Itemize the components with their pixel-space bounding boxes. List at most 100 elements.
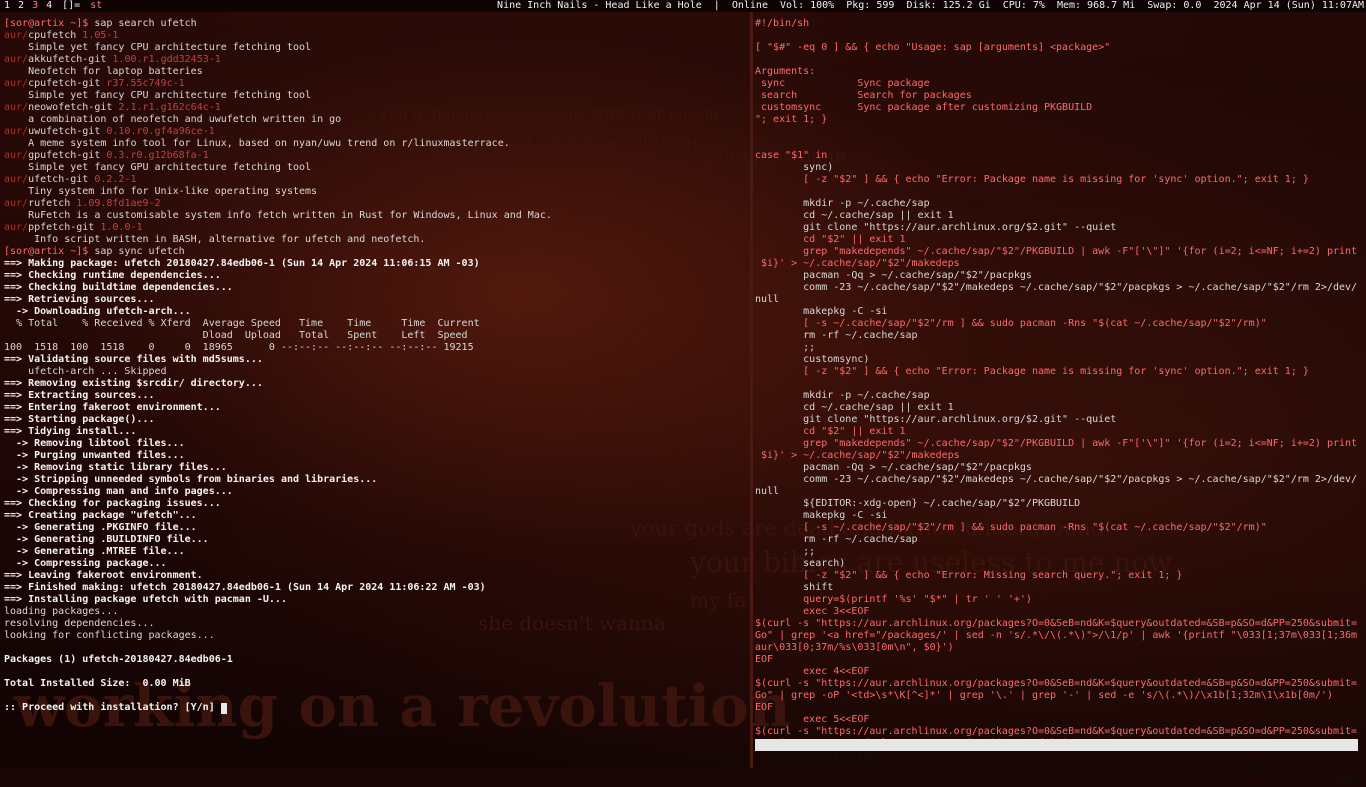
prompt-line: [sor@artix ~]$ sap sync ufetch: [4, 246, 746, 258]
code-line: ${EDITOR:-xdg-open} ~/.cache/sap/"$2"/PK…: [755, 498, 1363, 510]
result-name: akkufetch-git: [28, 54, 107, 65]
output-line: ==> Removing existing $srcdir/ directory…: [4, 378, 746, 390]
code-line: [ -z "$2" ] && { echo "Error: Missing se…: [755, 570, 1363, 582]
code-text: pacman -Qq > ~/.cache/sap/"$2"/pacpkgs: [755, 270, 1032, 281]
output-text: ==> Checking runtime dependencies...: [4, 270, 221, 281]
code-line: "; exit 1; }: [755, 114, 1363, 126]
system-status: Nine Inch Nails - Head Like a Hole | Onl…: [497, 0, 1364, 11]
output-line: loading packages...: [4, 606, 746, 618]
code-line: $(curl -s "https://aur.archlinux.org/pac…: [755, 618, 1363, 630]
code-text: comm -23 ~/.cache/sap/"$2"/makedeps ~/.c…: [755, 474, 1358, 485]
code-line: ;;: [755, 546, 1363, 558]
result-repo: aur/: [4, 30, 29, 41]
code-line: grep "makedepends" ~/.cache/sap/"$2"/PKG…: [755, 438, 1363, 450]
result-header: aur/neowofetch-git 2.1.r1.g162c64c-1: [4, 102, 746, 114]
output-line: ==> Finished making: ufetch 20180427.84e…: [4, 582, 746, 594]
output-line: ==> Checking buildtime dependencies...: [4, 282, 746, 294]
code-text: ${EDITOR:-xdg-open} ~/.cache/sap/"$2"/PK…: [755, 498, 1081, 509]
output-line: ==> Checking for packaging issues...: [4, 498, 746, 510]
result-description: Neofetch for laptop batteries: [4, 66, 746, 78]
tag-2[interactable]: 2: [18, 0, 24, 11]
output-line: ==> Validating source files with md5sums…: [4, 354, 746, 366]
output-text: Packages (1) ufetch-20180427.84edb06-1: [4, 654, 233, 665]
tag-1[interactable]: 1: [4, 0, 10, 11]
output-line: looking for conflicting packages...: [4, 630, 746, 642]
code-text: cd "$2" || exit 1: [755, 234, 906, 245]
window-title: st: [90, 0, 103, 11]
result-repo: aur/: [4, 198, 29, 209]
code-line: rm -rf ~/.cache/sap: [755, 330, 1363, 342]
code-line: exec 3<<EOF: [755, 606, 1363, 618]
code-text: aur\033[0;37m/%s\033[0m\n", $0}'): [755, 642, 954, 653]
output-line: ==> Entering fakeroot environment...: [4, 402, 746, 414]
code-text: ;;: [755, 342, 816, 353]
code-line: aur\033[0;37m/%s\033[0m\n", $0}'): [755, 642, 1363, 654]
result-header: aur/gpufetch-git 0.3.r0.g12b68fa-1: [4, 150, 746, 162]
output-text: ==> Checking buildtime dependencies...: [4, 282, 233, 293]
code-line: mkdir -p ~/.cache/sap: [755, 390, 1363, 402]
result-desc: Simple yet fancy CPU architecture fetchi…: [28, 90, 312, 101]
code-text: $(curl -s "https://aur.archlinux.org/pac…: [755, 726, 1358, 737]
result-header: aur/cpufetch-git r37.55c749c-1: [4, 78, 746, 90]
code-text: Go" | grep '<a href="/packages/' | sed -…: [755, 630, 1358, 641]
code-line: pacman -Qq > ~/.cache/sap/"$2"/pacpkgs: [755, 462, 1363, 474]
output-line: -> Removing static library files...: [4, 462, 746, 474]
code-line: case "$1" in: [755, 150, 1363, 162]
output-line: -> Generating .BUILDINFO file...: [4, 534, 746, 546]
code-line: $i}' > ~/.cache/sap/"$2"/makedeps: [755, 258, 1363, 270]
code-text: comm -23 ~/.cache/sap/"$2"/makedeps ~/.c…: [755, 282, 1358, 293]
result-version: 0.3.r0.g12b68fa-1: [106, 150, 209, 161]
result-desc: RuFetch is a customisable system info fe…: [28, 210, 552, 221]
output-text: % Total % Received % Xferd Average Speed…: [4, 318, 480, 329]
terminal-left[interactable]: [sor@artix ~]$ sap search ufetch aur/cpuf…: [4, 18, 746, 714]
command: sap search ufetch: [94, 18, 197, 29]
code-text: $i}' > ~/.cache/sap/"$2"/makedeps: [755, 450, 960, 461]
code-text: pacman -Qq > ~/.cache/sap/"$2"/pacpkgs: [755, 462, 1032, 473]
output-text: looking for conflicting packages...: [4, 630, 215, 641]
code-text: Go" | grep -oP '<td>\s*\K[^<]*' | grep '…: [755, 690, 1333, 701]
code-text: search Search for packages: [755, 90, 972, 101]
code-line: sync): [755, 162, 1363, 174]
editor-pane[interactable]: #!/bin/sh [ "$#" -eq 0 ] && { echo "Usage…: [755, 18, 1363, 750]
code-line: search): [755, 558, 1363, 570]
output-text: -> Generating .MTREE file...: [4, 546, 185, 557]
pane-divider[interactable]: [750, 12, 753, 768]
output-line: -> Compressing package...: [4, 558, 746, 570]
result-desc: Simple yet fancy CPU architecture fetchi…: [28, 42, 312, 53]
output-text: ==> Making package: ufetch 20180427.84ed…: [4, 258, 480, 269]
tag-3[interactable]: 3: [32, 0, 38, 11]
code-line: mkdir -p ~/.cache/sap: [755, 198, 1363, 210]
layout-indicator[interactable]: []=: [62, 0, 80, 11]
result-name: uwufetch-git: [28, 126, 101, 137]
output-line: ==> Making package: ufetch 20180427.84ed…: [4, 258, 746, 270]
code-text: sync Sync package: [755, 78, 930, 89]
code-text: $(curl -s "https://aur.archlinux.org/pac…: [755, 678, 1358, 689]
code-text: cd "$2" || exit 1: [755, 426, 906, 437]
output-line: ==> Starting package()...: [4, 414, 746, 426]
output-text: 100 1518 100 1518 0 0 18965 0 --:--:-- -…: [4, 342, 474, 353]
code-text: $i}' > ~/.cache/sap/"$2"/makedeps: [755, 258, 960, 269]
code-line: $i}' > ~/.cache/sap/"$2"/makedeps: [755, 450, 1363, 462]
code-line: ;;: [755, 342, 1363, 354]
code-text: [ -s ~/.cache/sap/"$2"/rm ] && sudo pacm…: [755, 522, 1267, 533]
result-repo: aur/: [4, 126, 29, 137]
tag-4[interactable]: 4: [46, 0, 52, 11]
output-text: ==> Entering fakeroot environment...: [4, 402, 221, 413]
result-version: 0.10.r0.gf4a96ce-1: [106, 126, 215, 137]
result-description: RuFetch is a customisable system info fe…: [4, 210, 746, 222]
code-line: Go" | grep '<a href="/packages/' | sed -…: [755, 630, 1363, 642]
status-bar: 1 2 3 4 []= st Nine Inch Nails - Head Like a …: [0, 0, 1366, 12]
code-line: git clone "https://aur.archlinux.org/$2.…: [755, 414, 1363, 426]
code-line: sync Sync package: [755, 78, 1363, 90]
code-line: comm -23 ~/.cache/sap/"$2"/makedeps ~/.c…: [755, 282, 1363, 294]
result-description: Simple yet fancy CPU architecture fetchi…: [4, 90, 746, 102]
code-line: git clone "https://aur.archlinux.org/$2.…: [755, 222, 1363, 234]
output-line: ==> Checking runtime dependencies...: [4, 270, 746, 282]
